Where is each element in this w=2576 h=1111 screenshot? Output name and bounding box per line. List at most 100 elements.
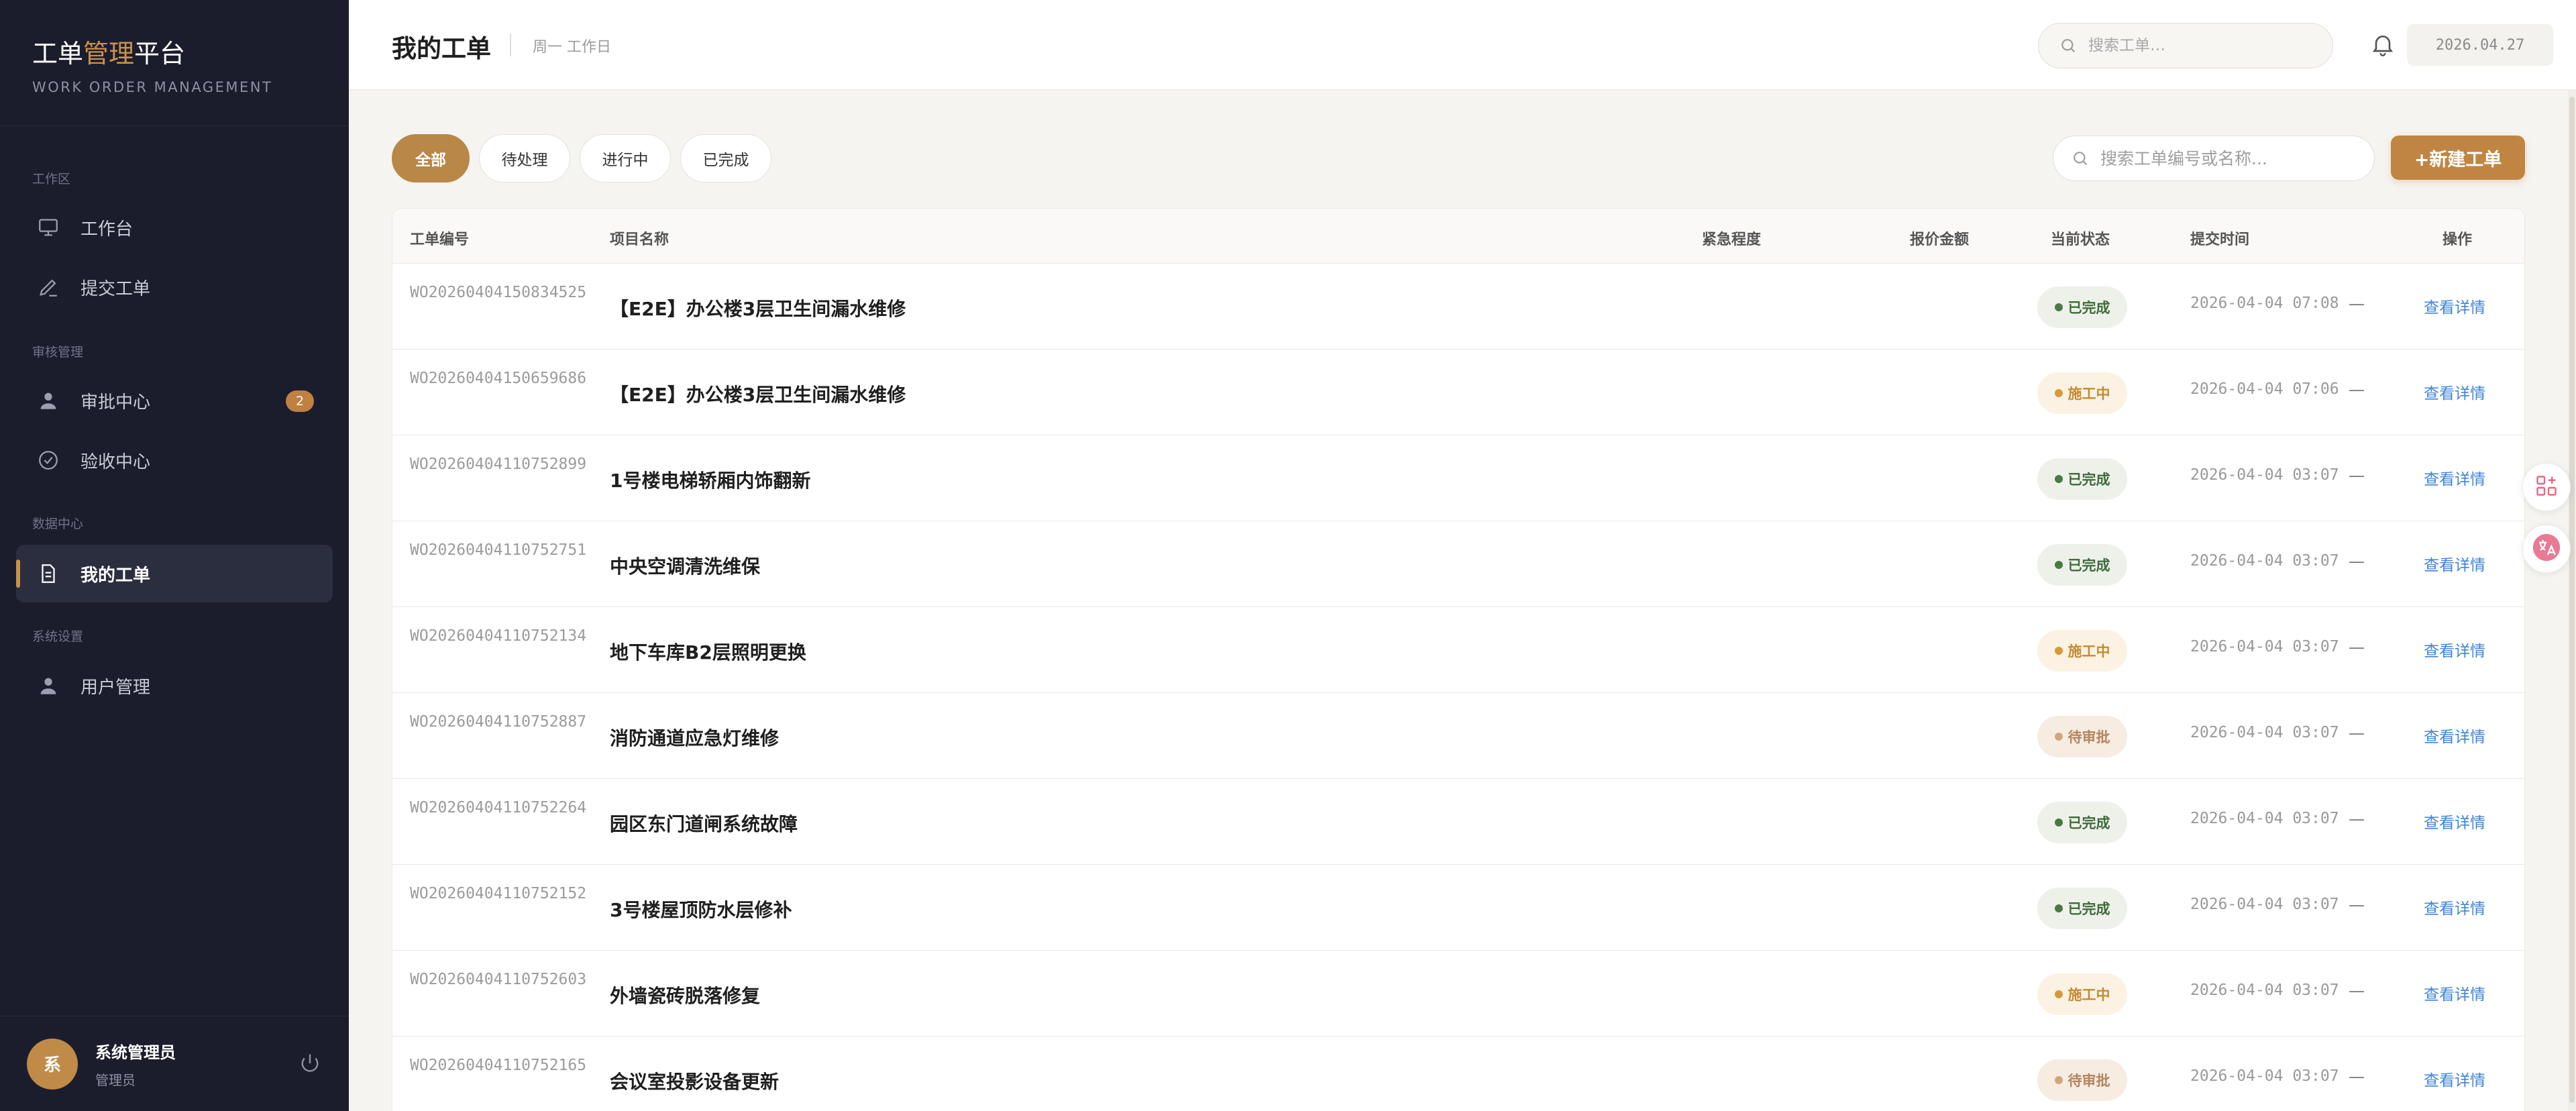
view-details-link[interactable]: 查看详情 [2424, 380, 2485, 403]
translate-float-button[interactable] [2522, 525, 2571, 573]
view-details-link[interactable]: 查看详情 [2424, 466, 2485, 489]
table-header: 工单编号 项目名称 紧急程度 报价金额 当前状态 提交时间 操作 [392, 209, 2524, 264]
view-details-link[interactable]: 查看详情 [2424, 982, 2485, 1004]
table-row[interactable]: WO20260404110752152 3号楼屋顶防水层修补 — 已完成 2026-04… [392, 865, 2524, 951]
order-id: WO20260404110752887 [410, 713, 587, 731]
apps-float-button[interactable] [2522, 463, 2571, 511]
order-name: 外墙瓷砖脱落修复 [610, 985, 761, 1007]
order-id: WO20260404110752264 [410, 799, 587, 816]
global-search-input[interactable] [2088, 37, 2316, 54]
search-icon [2059, 36, 2078, 55]
title-divider [510, 34, 511, 56]
sidebar-item-submit[interactable]: 提交工单 [16, 258, 333, 316]
order-time: 2026-04-04 07:08 [2190, 295, 2339, 312]
order-search-input[interactable] [2100, 148, 2369, 168]
order-name: 地下车库B2层照明更换 [610, 641, 806, 664]
status-label: 施工中 [2068, 643, 2110, 659]
status-badge: 已完成 [2037, 888, 2127, 929]
search-icon [2071, 149, 2090, 168]
user-name: 系统管理员 [95, 1043, 176, 1062]
order-time: 2026-04-04 03:07 [2190, 466, 2339, 484]
sidebar-item-label: 验收中心 [80, 452, 151, 472]
status-dot-icon [2054, 1076, 2063, 1084]
status-badge: 已完成 [2037, 286, 2127, 328]
table-row[interactable]: WO20260404110752165 会议室投影设备更新 — 待审批 2026-04-… [392, 1037, 2524, 1111]
view-details-link[interactable]: 查看详情 [2424, 810, 2485, 833]
filter-tab-all[interactable]: 全部 [392, 134, 470, 182]
table-row[interactable]: WO20260404150834525 【E2E】办公楼3层卫生间漏水维修 — 已完成… [392, 264, 2524, 350]
sidebar: 工单管理平台 WORK ORDER MANAGEMENT 工作区 工作台 提交工… [0, 0, 349, 1111]
sidebar-item-label: 用户管理 [80, 677, 151, 698]
table-row[interactable]: WO20260404150659686 【E2E】办公楼3层卫生间漏水维修 — 施工中… [392, 350, 2524, 435]
sidebar-item-label: 工作台 [80, 219, 133, 240]
scrollbar[interactable] [2568, 90, 2576, 1111]
apps-add-icon [2534, 474, 2559, 500]
order-time: 2026-04-04 07:06 [2190, 380, 2339, 398]
status-label: 已完成 [2068, 472, 2110, 488]
day-text: 周一 工作日 [533, 39, 611, 56]
status-label: 已完成 [2068, 901, 2110, 917]
status-dot-icon [2054, 904, 2063, 912]
order-time: 2026-04-04 03:07 [2190, 638, 2339, 655]
view-details-link[interactable]: 查看详情 [2424, 896, 2485, 918]
order-id: WO20260404150659686 [410, 370, 587, 387]
table-row[interactable]: WO20260404110752887 消防通道应急灯维修 — 待审批 2026-04-… [392, 693, 2524, 779]
status-badge: 已完成 [2037, 544, 2127, 586]
sidebar-item-users[interactable]: 用户管理 [16, 657, 333, 715]
view-details-link[interactable]: 查看详情 [2424, 552, 2485, 575]
order-id: WO20260404110752165 [410, 1057, 587, 1074]
scrollbar-thumb[interactable] [2569, 97, 2575, 1103]
sidebar-item-dashboard[interactable]: 工作台 [16, 199, 333, 256]
order-search[interactable] [2053, 136, 2375, 181]
status-dot-icon [2054, 647, 2063, 655]
sidebar-item-approval[interactable]: 审批中心 2 [16, 372, 333, 429]
table-row[interactable]: WO20260404110752751 中央空调清洗维保 — 已完成 2026-04-0… [392, 521, 2524, 607]
sidebar-item-label: 提交工单 [80, 278, 151, 299]
approval-count-badge: 2 [286, 390, 314, 412]
filter-tab-pending[interactable]: 待处理 [479, 134, 570, 182]
col-header-status: 当前状态 [2051, 231, 2110, 248]
date-chip: 2026.04.27 [2407, 24, 2553, 66]
global-search[interactable] [2038, 23, 2333, 68]
order-name: 园区东门道闸系统故障 [610, 813, 798, 835]
document-icon [36, 562, 60, 586]
order-time: 2026-04-04 03:07 [2190, 724, 2339, 741]
page-title: 我的工单 [392, 34, 491, 63]
table-row[interactable]: WO20260404110752264 园区东门道闸系统故障 — 已完成 2026-04… [392, 779, 2524, 865]
col-header-action: 操作 [2443, 231, 2473, 248]
filter-tab-in-progress[interactable]: 进行中 [580, 134, 671, 182]
sidebar-item-acceptance[interactable]: 验收中心 [16, 431, 333, 489]
user-profile[interactable]: 系 系统管理员 管理员 [0, 1016, 349, 1111]
status-badge: 待审批 [2037, 1059, 2127, 1101]
table-row[interactable]: WO20260404110752899 1号楼电梯轿厢内饰翻新 — 已完成 2026-0… [392, 435, 2524, 521]
table-row[interactable]: WO20260404110752603 外墙瓷砖脱落修复 — 施工中 2026-04-0… [392, 951, 2524, 1037]
status-dot-icon [2054, 733, 2063, 741]
status-badge: 已完成 [2037, 458, 2127, 500]
table-row[interactable]: WO20260404110752134 地下车库B2层照明更换 — 施工中 2026-0… [392, 607, 2524, 693]
order-name: 消防通道应急灯维修 [610, 727, 780, 749]
order-id: WO20260404110752603 [410, 971, 587, 988]
view-details-link[interactable]: 查看详情 [2424, 1067, 2485, 1090]
view-details-link[interactable]: 查看详情 [2424, 638, 2485, 661]
bell-icon[interactable] [2369, 31, 2396, 58]
status-dot-icon [2054, 303, 2063, 311]
status-dot-icon [2054, 389, 2063, 397]
order-name: 会议室投影设备更新 [610, 1071, 780, 1093]
sidebar-item-my-orders[interactable]: 我的工单 [16, 545, 333, 602]
top-header: 我的工单 周一 工作日 2026.04.27 [349, 0, 2576, 90]
status-badge: 待审批 [2037, 716, 2127, 757]
filter-tab-completed[interactable]: 已完成 [680, 134, 771, 182]
avatar: 系 [27, 1038, 78, 1090]
power-icon[interactable] [298, 1051, 322, 1075]
status-label: 待审批 [2068, 1073, 2110, 1089]
new-order-button[interactable]: +新建工单 [2391, 136, 2525, 180]
view-details-link[interactable]: 查看详情 [2424, 724, 2485, 747]
view-details-link[interactable]: 查看详情 [2424, 295, 2485, 317]
order-name: 中央空调清洗维保 [610, 556, 761, 578]
status-label: 待审批 [2068, 729, 2110, 745]
status-dot-icon [2054, 990, 2063, 998]
nav-section-review: 审核管理 [32, 345, 84, 360]
status-dot-icon [2054, 561, 2063, 569]
order-time: 2026-04-04 03:07 [2190, 1067, 2339, 1085]
monitor-icon [36, 215, 60, 240]
